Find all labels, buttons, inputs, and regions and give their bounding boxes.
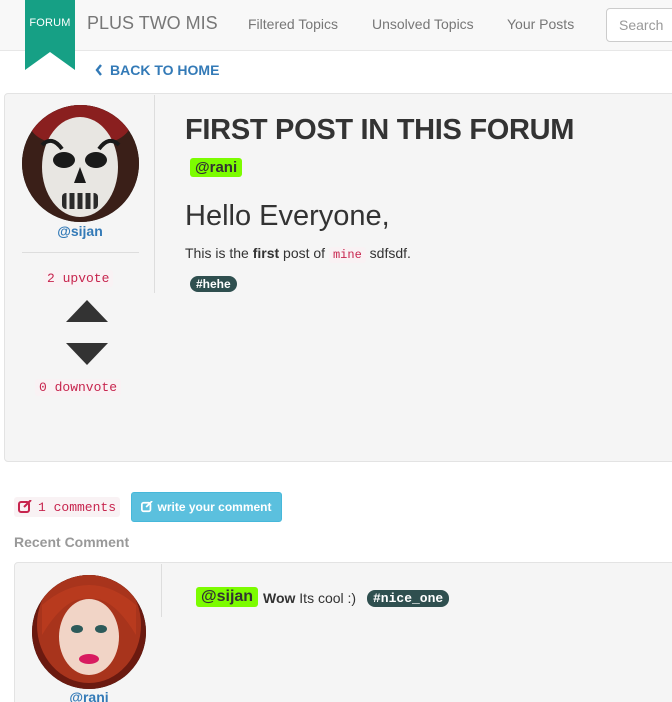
post-heading: Hello Everyone,: [185, 200, 390, 232]
author-username-link[interactable]: @sijan: [40, 223, 120, 239]
post-mention-tag[interactable]: @rani: [190, 158, 243, 177]
triangle-up-icon: [66, 300, 108, 322]
comment-text: Wow Its cool :): [263, 590, 356, 606]
comment-divider: [161, 564, 162, 617]
write-comment-button[interactable]: write your comment: [131, 492, 282, 522]
back-link-label: BACK TO HOME: [110, 62, 220, 78]
triangle-down-icon: [66, 343, 108, 365]
post-body-code: mine: [328, 247, 366, 263]
author-avatar[interactable]: [22, 105, 139, 222]
navbar: FORUM PLUS TWO MIS Filtered Topics Unsol…: [0, 0, 672, 70]
upvote-count: 2 upvote: [43, 270, 114, 287]
post-body-text-3: sdfsdf.: [365, 245, 411, 261]
comment-bold-text: Wow: [263, 590, 296, 606]
chevron-left-icon: [95, 64, 102, 76]
post-divider: [154, 95, 155, 293]
downvote-button[interactable]: [65, 342, 109, 366]
post-hashtag[interactable]: #hehe: [190, 276, 237, 292]
edit-icon: [141, 501, 154, 513]
commenter-avatar[interactable]: [32, 575, 146, 689]
downvote-count: 0 downvote: [35, 379, 122, 396]
write-comment-label: write your comment: [157, 500, 272, 514]
nav-your-posts[interactable]: Your Posts: [507, 16, 574, 32]
author-separator: [22, 252, 139, 253]
comment-count-badge: 1 comments: [14, 497, 121, 517]
nav-filtered-topics[interactable]: Filtered Topics: [248, 16, 338, 32]
comment-plain-text: Its cool :): [295, 590, 357, 606]
post-body: This is the first post of mine sdfsdf.: [185, 245, 411, 263]
post-body-text-1: This is the: [185, 245, 253, 261]
nav-unsolved-topics[interactable]: Unsolved Topics: [372, 16, 474, 32]
recent-comment-heading: Recent Comment: [14, 534, 130, 550]
ribbon-shape: [25, 0, 75, 70]
upvote-button[interactable]: [65, 299, 109, 323]
comment-hashtag[interactable]: #nice_one: [367, 590, 450, 607]
comment-mention-tag[interactable]: @sijan: [196, 587, 259, 607]
search-input[interactable]: [606, 8, 672, 42]
back-to-home-link[interactable]: BACK TO HOME: [95, 62, 219, 78]
skull-face-image: [22, 105, 139, 222]
forum-ribbon-badge[interactable]: FORUM: [25, 0, 75, 70]
red-hair-portrait-image: [32, 575, 146, 689]
comment-count-label: 1 comments: [38, 499, 117, 515]
post-title: FIRST POST IN THIS FORUM: [185, 114, 575, 146]
post-body-text-2: post of: [279, 245, 329, 261]
forum-badge-label: FORUM: [29, 17, 71, 29]
post-body-bold: first: [252, 245, 280, 261]
brand-title[interactable]: PLUS TWO MIS: [87, 13, 218, 34]
edit-icon: [18, 500, 32, 513]
commenter-username-link[interactable]: @rani: [49, 689, 129, 702]
